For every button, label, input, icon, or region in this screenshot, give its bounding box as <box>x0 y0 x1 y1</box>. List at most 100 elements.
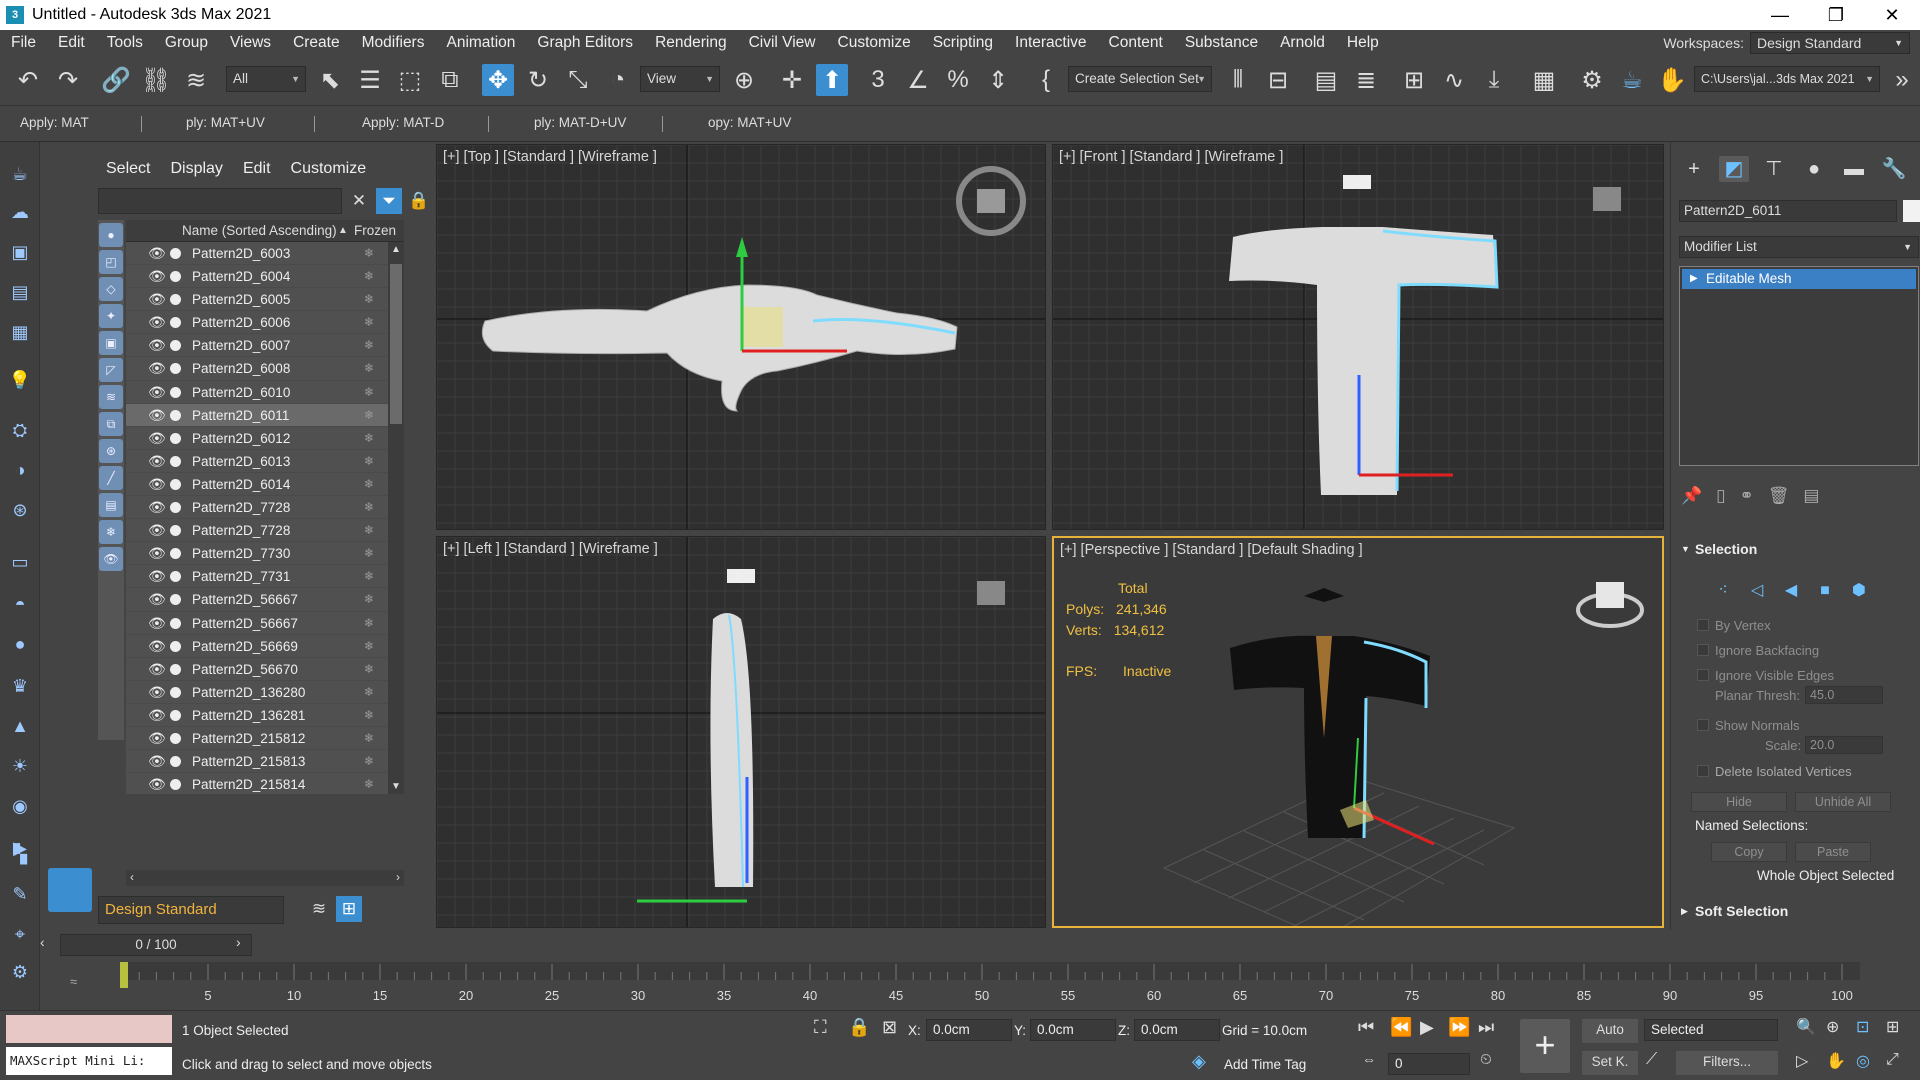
viewport-top-label[interactable]: [+] [Top ] [Standard ] [Wireframe ] <box>443 149 657 165</box>
delete-isolated-checkbox[interactable]: Delete Isolated Vertices <box>1697 764 1852 779</box>
set-key-button[interactable]: Set K. <box>1582 1051 1638 1075</box>
freeze-icon[interactable]: ❄ <box>364 588 374 611</box>
freeze-icon[interactable]: ❄ <box>364 704 374 727</box>
viewport-top[interactable]: [+] [Top ] [Standard ] [Wireframe ] <box>436 144 1046 530</box>
freeze-icon[interactable]: ❄ <box>364 427 374 450</box>
scroll-right-icon[interactable]: › <box>396 870 400 884</box>
list-item[interactable]: 👁 Pattern2D_6006 ❄ <box>126 311 388 335</box>
table-icon[interactable]: ▦ <box>8 320 32 344</box>
list-item[interactable]: 👁 Pattern2D_136281 ❄ <box>126 704 388 727</box>
explorer-search-input[interactable] <box>98 188 342 214</box>
explorer-menu-display[interactable]: Display <box>170 160 222 178</box>
explorer-vertical-scrollbar[interactable]: ▲ ▼ <box>388 242 404 794</box>
geometry-filter-icon[interactable]: ◰ <box>99 250 123 274</box>
auto-key-button[interactable]: Auto <box>1582 1019 1638 1043</box>
picture-icon[interactable]: ▣ <box>8 240 32 264</box>
list-item[interactable]: 👁 Pattern2D_215813 ❄ <box>126 750 388 774</box>
paste-button[interactable]: Paste <box>1795 842 1871 862</box>
key-filter-dropdown[interactable]: Selected <box>1644 1019 1778 1041</box>
element-subobject-icon[interactable]: ⬢ <box>1847 580 1871 602</box>
play-icon[interactable]: ▶ <box>1420 1017 1434 1038</box>
visibility-eye-icon[interactable]: 👁 <box>148 450 166 473</box>
document-icon[interactable]: ▤ <box>8 280 32 304</box>
list-item[interactable]: 👁 Pattern2D_7730 ❄ <box>126 542 388 566</box>
display-tab-icon[interactable]: ▬ <box>1839 156 1869 182</box>
freeze-icon[interactable]: ❄ <box>364 381 374 404</box>
scale-spinner[interactable]: 20.0 <box>1805 736 1883 754</box>
viewport-front[interactable]: [+] [Front ] [Standard ] [Wireframe ] <box>1052 144 1664 530</box>
zoom-all-icon[interactable]: ⊕ <box>1826 1017 1839 1037</box>
hierarchy-icon[interactable]: ⊞ <box>336 896 362 922</box>
stairs-icon[interactable]: ▚ <box>8 842 32 866</box>
pivot-center-icon[interactable]: ⊕ <box>728 64 760 96</box>
list-item[interactable]: 👁 Pattern2D_6003 ❄ <box>126 242 388 266</box>
utilities-tab-icon[interactable]: 🔧 <box>1879 156 1909 182</box>
container-filter-icon[interactable]: ▤ <box>99 493 123 517</box>
freeze-icon[interactable]: ❄ <box>364 750 374 773</box>
isolate-selection-icon[interactable]: ⛶ <box>814 1017 827 1038</box>
camera-filter-icon[interactable]: ▣ <box>99 331 123 355</box>
y-coordinate-field[interactable]: 0.0cm <box>1030 1019 1116 1041</box>
menu-arnold[interactable]: Arnold <box>1269 34 1336 52</box>
menu-content[interactable]: Content <box>1098 34 1174 52</box>
modify-tab-icon[interactable]: ◩ <box>1719 156 1749 182</box>
pin-stack-icon[interactable]: 📌 <box>1681 486 1702 506</box>
rendered-frame-window-icon[interactable]: ☕ <box>1616 64 1648 96</box>
zoom-extents-all-icon[interactable]: ⊞ <box>1886 1017 1899 1037</box>
visibility-eye-icon[interactable]: 👁 <box>148 658 166 681</box>
window-crossing-icon[interactable]: ⧉ <box>434 64 466 96</box>
close-icon[interactable]: ✕ <box>1864 0 1920 30</box>
spinner-snap-icon[interactable]: ⇕ <box>982 64 1014 96</box>
maximize-icon[interactable]: ❐ <box>1808 0 1864 30</box>
bind-space-warp-icon[interactable]: ≋ <box>180 64 212 96</box>
show-normals-checkbox[interactable]: Show Normals <box>1697 718 1800 733</box>
curve-editor-icon[interactable]: ∿ <box>1438 64 1470 96</box>
select-by-name-icon[interactable]: ☰ <box>354 64 386 96</box>
visibility-eye-icon[interactable]: 👁 <box>148 612 166 635</box>
timeline-ruler[interactable]: 5 10 15 20 25 30 35 40 45 50 55 60 65 70 75 80 85 90 95 100 <box>120 962 1900 1008</box>
show-end-result-icon[interactable]: ▯ <box>1716 486 1725 506</box>
coin-icon[interactable]: ◉ <box>8 794 32 818</box>
render-setup-icon[interactable]: ⚙ <box>1576 64 1608 96</box>
list-item[interactable]: 👁 Pattern2D_6012 ❄ <box>126 427 388 450</box>
compass-icon[interactable]: ⌖ <box>8 922 32 946</box>
expand-icon[interactable]: ▶ <box>1690 269 1698 289</box>
viewcube-icon[interactable] <box>977 581 1005 605</box>
hide-button[interactable]: Hide <box>1691 792 1787 812</box>
toolbar-overflow-icon[interactable]: » <box>1886 64 1918 96</box>
freeze-icon[interactable]: ❄ <box>364 496 374 519</box>
list-item[interactable]: 👁 Pattern2D_215812 ❄ <box>126 727 388 751</box>
select-and-move-icon[interactable]: ✥ <box>482 64 514 96</box>
menu-interactive[interactable]: Interactive <box>1004 34 1098 52</box>
explorer-menu-select[interactable]: Select <box>106 160 150 178</box>
unhide-all-button[interactable]: Unhide All <box>1795 792 1891 812</box>
list-item[interactable]: 👁 Pattern2D_56667 ❄ <box>126 588 388 612</box>
menu-graph-editors[interactable]: Graph Editors <box>526 34 644 52</box>
visibility-eye-icon[interactable]: 👁 <box>148 704 166 727</box>
visibility-eye-icon[interactable]: 👁 <box>148 265 166 288</box>
goto-end-icon[interactable]: ⏭ <box>1478 1017 1494 1038</box>
maximize-viewport-icon[interactable]: ⤢ <box>1886 1051 1899 1069</box>
dome-icon[interactable]: ◓ <box>8 592 32 616</box>
stack-item-editable-mesh[interactable]: ▶ Editable Mesh <box>1682 269 1916 289</box>
light-filter-icon[interactable]: ✦ <box>99 304 123 328</box>
menu-modifiers[interactable]: Modifiers <box>351 34 436 52</box>
viewport-front-label[interactable]: [+] [Front ] [Standard ] [Wireframe ] <box>1059 149 1283 165</box>
z-coordinate-field[interactable]: 0.0cm <box>1134 1019 1220 1041</box>
visibility-eye-icon[interactable]: 👁 <box>148 681 166 704</box>
viewport-layout-button[interactable] <box>48 868 92 912</box>
menu-tools[interactable]: Tools <box>96 34 154 52</box>
ribbon-copy-mat-uv[interactable]: opy: MAT+UV <box>708 115 791 130</box>
list-item[interactable]: 👁 Pattern2D_6004 ❄ <box>126 265 388 289</box>
visibility-eye-icon[interactable]: 👁 <box>148 381 166 404</box>
selection-lock-icon[interactable]: 🔒 <box>848 1017 870 1038</box>
make-unique-icon[interactable]: ⚭ <box>1740 486 1754 506</box>
planar-thresh-spinner[interactable]: 45.0 <box>1805 686 1883 704</box>
current-frame-field[interactable]: 0 <box>1388 1053 1470 1075</box>
time-tag-icon[interactable]: ◈ <box>1192 1051 1206 1072</box>
viewport-icon[interactable]: ▭ <box>8 550 32 574</box>
display-all-icon[interactable]: ● <box>99 223 123 247</box>
list-item[interactable]: 👁 Pattern2D_56667 ❄ <box>126 612 388 635</box>
freeze-icon[interactable]: ❄ <box>364 519 374 542</box>
pan-icon[interactable]: ✋ <box>1826 1051 1846 1071</box>
